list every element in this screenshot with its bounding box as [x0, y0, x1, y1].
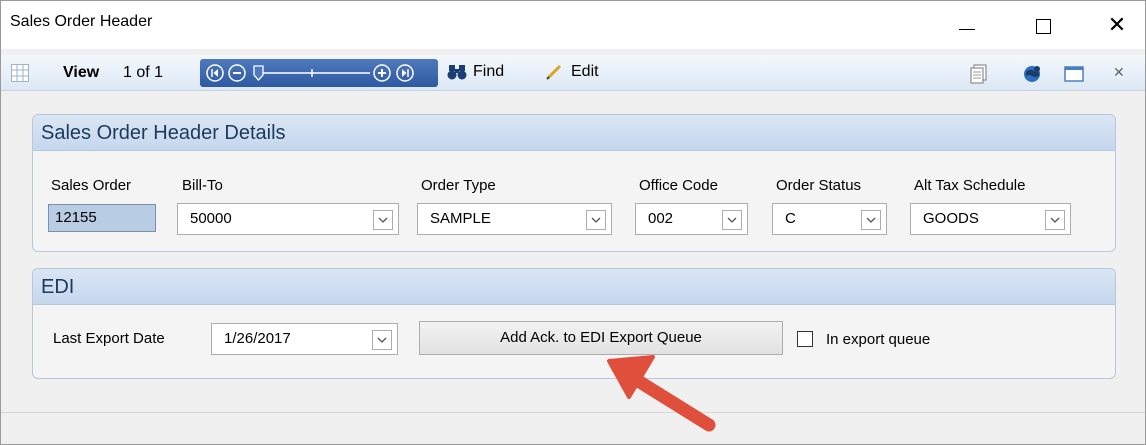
details-group-header: Sales Order Header Details [33, 115, 1115, 151]
order-status-combo[interactable]: C [772, 203, 887, 235]
alt-tax-schedule-value: GOODS [923, 210, 979, 227]
sales-order-header-window: Sales Order Header ✕ View 1 of 1 Find Ed… [0, 0, 1146, 445]
view-menu[interactable]: View [63, 64, 99, 82]
edit-label: Edit [571, 63, 599, 80]
bill-to-combo[interactable]: 50000 [177, 203, 399, 235]
document-copy-icon[interactable] [968, 63, 990, 85]
last-export-date-field[interactable]: 1/26/2017 [211, 323, 398, 355]
page-indicator: 1 of 1 [123, 64, 164, 81]
order-status-value: C [785, 210, 796, 227]
find-label: Find [473, 63, 505, 80]
zoom-out-icon[interactable] [228, 64, 246, 82]
close-icon: ✕ [1107, 13, 1127, 38]
close-button[interactable]: ✕ [1099, 11, 1135, 41]
order-status-label: Order Status [776, 177, 862, 194]
sales-order-label: Sales Order [51, 177, 132, 194]
title-bar: Sales Order Header ✕ [1, 1, 1145, 49]
globe-icon[interactable] [1021, 63, 1043, 85]
zoom-in-icon[interactable] [373, 64, 391, 82]
binoculars-icon [447, 65, 467, 80]
bill-to-value: 50000 [190, 210, 232, 227]
maximize-icon [1035, 18, 1051, 34]
minimize-icon [959, 28, 975, 30]
record-navigator [200, 59, 438, 87]
office-code-label: Office Code [639, 177, 718, 194]
last-export-date-value: 1/26/2017 [224, 330, 291, 347]
chevron-down-icon[interactable] [586, 210, 606, 230]
order-type-value: SAMPLE [430, 210, 491, 227]
pencil-icon [546, 64, 562, 80]
chevron-down-icon[interactable] [373, 210, 393, 230]
bill-to-label: Bill-To [182, 177, 223, 194]
chevron-down-icon[interactable] [372, 330, 392, 350]
edit-button[interactable]: Edit [545, 63, 599, 81]
minimize-button[interactable] [949, 11, 985, 41]
office-code-combo[interactable]: 002 [635, 203, 748, 235]
toolbar-close-icon[interactable]: ✕ [1113, 64, 1125, 81]
order-type-label: Order Type [421, 177, 496, 194]
edi-group-header: EDI [33, 269, 1115, 305]
order-type-combo[interactable]: SAMPLE [417, 203, 612, 235]
sales-order-field[interactable]: 12155 [48, 204, 156, 232]
chevron-down-icon[interactable] [722, 210, 742, 230]
chevron-down-icon[interactable] [861, 210, 881, 230]
maximize-button[interactable] [1025, 11, 1061, 41]
alt-tax-schedule-label: Alt Tax Schedule [914, 177, 1026, 194]
last-record-icon[interactable] [396, 64, 414, 82]
zoom-slider[interactable] [250, 63, 372, 83]
grid-icon[interactable] [11, 64, 29, 82]
panel-icon[interactable] [1063, 63, 1085, 85]
footer-divider [1, 412, 1145, 413]
in-export-queue-checkbox[interactable] [797, 331, 813, 347]
window-title: Sales Order Header [10, 13, 153, 30]
toolbar: View 1 of 1 Find Edit ✕ [1, 55, 1145, 91]
add-ack-to-edi-export-queue-button[interactable]: Add Ack. to EDI Export Queue [419, 321, 783, 355]
first-record-icon[interactable] [206, 64, 224, 82]
chevron-down-icon[interactable] [1045, 210, 1065, 230]
find-button[interactable]: Find [447, 63, 504, 81]
alt-tax-schedule-combo[interactable]: GOODS [910, 203, 1071, 235]
red-arrow-annotation [607, 355, 716, 432]
last-export-date-label: Last Export Date [53, 330, 165, 347]
in-export-queue-label: In export queue [826, 331, 931, 348]
office-code-value: 002 [648, 210, 674, 227]
